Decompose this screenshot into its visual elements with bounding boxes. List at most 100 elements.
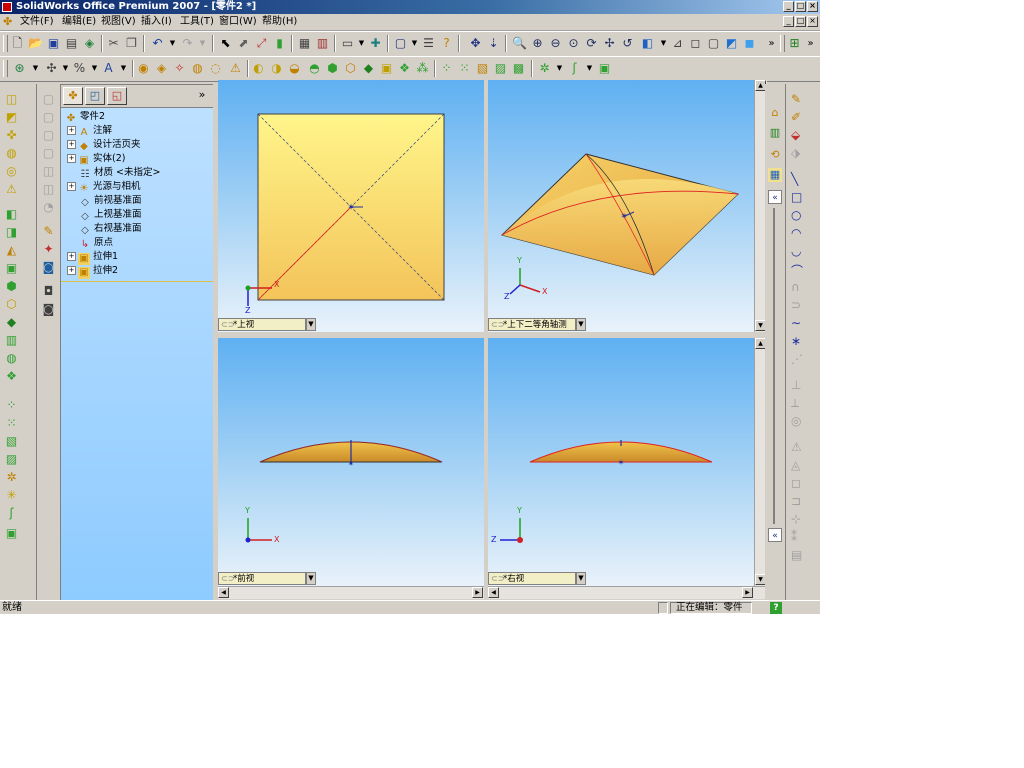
- smart-dim-tool-icon[interactable]: ✐: [791, 110, 801, 124]
- window-layout-dropdown-icon[interactable]: ▼: [407, 36, 422, 51]
- viewport-label-right[interactable]: ⊂⊃ *右视: [488, 572, 576, 585]
- feature-16-icon[interactable]: ⁂: [415, 61, 430, 76]
- mirror-tool-icon[interactable]: ⊥: [791, 378, 801, 392]
- command-6-icon[interactable]: ⚠: [4, 182, 19, 197]
- previous-view-icon[interactable]: ↺: [620, 36, 635, 51]
- eraser-tool-icon[interactable]: ⬙: [791, 128, 800, 142]
- rebuild-icon[interactable]: ▮: [272, 36, 287, 51]
- open-icon[interactable]: 📂: [28, 36, 43, 51]
- parabola-tool-icon[interactable]: ∩: [791, 280, 800, 294]
- secondary-5-icon[interactable]: ◫: [41, 164, 56, 179]
- move-entities-icon[interactable]: ▤: [791, 548, 802, 562]
- offset-tool-icon[interactable]: ⟂: [791, 396, 799, 411]
- command-24-icon[interactable]: ▣: [4, 526, 19, 541]
- feature-8-icon[interactable]: ◑: [269, 61, 284, 76]
- command-16-icon[interactable]: ❖: [4, 369, 19, 384]
- command-22-icon[interactable]: ✳: [4, 488, 19, 503]
- new-icon[interactable]: 🗋: [10, 36, 25, 51]
- tree-item-part[interactable]: ✤ 零件2: [65, 110, 105, 124]
- command-15-icon[interactable]: ◍: [4, 351, 19, 366]
- hidden-lines-icon[interactable]: ▢: [706, 36, 721, 51]
- zoom-area-icon[interactable]: ⊕: [530, 36, 545, 51]
- trim-tool-icon[interactable]: ◎: [791, 414, 801, 428]
- list-icon[interactable]: ☰: [421, 36, 436, 51]
- menu-insert[interactable]: 插入(I): [141, 15, 172, 29]
- command-20-icon[interactable]: ▨: [4, 452, 19, 467]
- relations-dropdown-icon[interactable]: ▼: [87, 61, 102, 76]
- section-view-icon[interactable]: ⊿: [670, 36, 685, 51]
- print-preview-icon[interactable]: ◈: [82, 36, 97, 51]
- expand-icon[interactable]: +: [67, 252, 76, 261]
- tree-item-right-plane[interactable]: ◇ 右视基准面: [79, 222, 141, 236]
- viewport-dropdown-isometric[interactable]: ▼: [576, 318, 586, 331]
- expand-icon[interactable]: +: [67, 140, 76, 149]
- pattern-1-icon[interactable]: ⁘: [439, 61, 454, 76]
- file-explorer-icon[interactable]: ⟲: [768, 148, 782, 162]
- pattern-2-icon[interactable]: ⁙: [457, 61, 472, 76]
- command-5-icon[interactable]: ◎: [4, 164, 19, 179]
- select-icon[interactable]: ⬉: [218, 36, 233, 51]
- sketch-chamfer-icon[interactable]: ◬: [791, 458, 800, 472]
- ellipse-tool-icon[interactable]: ⊃: [791, 298, 801, 312]
- arc-tool-icon[interactable]: ◠: [791, 226, 801, 240]
- tree-item-extrude-2[interactable]: + ▣ 拉伸2: [67, 264, 118, 279]
- command-14-icon[interactable]: ▥: [4, 333, 19, 348]
- curves-dropdown-icon[interactable]: ▼: [582, 61, 597, 76]
- viewport-isometric[interactable]: ✶ Y X Z ⊂⊃ *上下二等角轴测 ▼: [488, 80, 754, 332]
- menu-view[interactable]: 视图(V): [101, 15, 136, 29]
- command-1-icon[interactable]: ◫: [4, 92, 19, 107]
- help-icon[interactable]: ?: [439, 36, 454, 51]
- tree-item-design-binder[interactable]: + ◆ 设计活页夹: [67, 138, 141, 152]
- pattern-3-icon[interactable]: ▧: [475, 61, 490, 76]
- tree-item-solid-bodies[interactable]: + ▣ 实体(2): [67, 152, 125, 166]
- doc-close-button[interactable]: ×: [807, 16, 818, 27]
- viewport-right[interactable]: ✶ Y Z ⊂⊃ *右视 ▼: [488, 338, 754, 586]
- note-icon[interactable]: A: [101, 61, 116, 76]
- shaded-icon[interactable]: ◼: [742, 36, 757, 51]
- scroll-left-arrow-icon[interactable]: ◀: [218, 587, 229, 598]
- feature-6-icon[interactable]: ⚠: [228, 61, 243, 76]
- pattern-5-icon[interactable]: ▩: [511, 61, 526, 76]
- tree-item-extrude-1[interactable]: + ▣ 拉伸1: [67, 250, 118, 265]
- extend-tool-icon[interactable]: ⊐: [791, 494, 801, 508]
- command-18-icon[interactable]: ⁙: [4, 416, 19, 431]
- command-8-icon[interactable]: ◨: [4, 225, 19, 240]
- command-13-icon[interactable]: ◆: [4, 315, 19, 330]
- panel-collapse-button[interactable]: »: [193, 87, 211, 105]
- horizontal-scrollbar-left[interactable]: ◀ ▶: [218, 586, 484, 599]
- zoom-in-out-icon[interactable]: ⊖: [548, 36, 563, 51]
- viewport-front[interactable]: ✶ Y X ⊂⊃ *前视 ▼: [218, 338, 484, 586]
- save-icon[interactable]: ▣: [46, 36, 61, 51]
- zoom-fit-icon[interactable]: 🔍: [512, 36, 527, 51]
- sketch-fillet-icon[interactable]: ⚠: [791, 440, 802, 454]
- secondary-1-icon[interactable]: ▢: [41, 92, 56, 107]
- curves-icon[interactable]: ʃ: [567, 61, 582, 76]
- view-orient-icon[interactable]: ✥: [468, 36, 483, 51]
- menu-help[interactable]: 帮助(H): [262, 15, 297, 29]
- feature-11-icon[interactable]: ⬢: [325, 61, 340, 76]
- display-icon[interactable]: ▭: [340, 36, 355, 51]
- horizontal-scrollbar-right[interactable]: ◀ ▶: [488, 586, 766, 599]
- feature-13-icon[interactable]: ◆: [361, 61, 376, 76]
- sketch-icon[interactable]: ⊛: [12, 61, 27, 76]
- toolbar-more-icon-2[interactable]: »: [803, 36, 818, 51]
- display-dropdown-icon[interactable]: ▼: [354, 36, 369, 51]
- linear-pattern-icon[interactable]: ⁑: [791, 530, 797, 544]
- feature-10-icon[interactable]: ◓: [307, 61, 322, 76]
- feature-1-icon[interactable]: ◉: [136, 61, 151, 76]
- viewport-label-top[interactable]: ⊂⊃ *上视: [218, 318, 306, 331]
- addin-icon[interactable]: ⊞: [787, 36, 802, 51]
- convert-entities-icon[interactable]: ◻: [791, 476, 801, 490]
- task-pane-collapse-icon[interactable]: «: [768, 190, 782, 204]
- menu-tools[interactable]: 工具(T): [180, 15, 214, 29]
- feature-2-icon[interactable]: ◈: [154, 61, 169, 76]
- doc-minimize-button[interactable]: _: [783, 16, 794, 27]
- redo-dropdown-icon[interactable]: ▼: [195, 36, 210, 51]
- feature-7-icon[interactable]: ◐: [251, 61, 266, 76]
- viewport-label-front[interactable]: ⊂⊃ *前视: [218, 572, 306, 585]
- relations-icon[interactable]: %: [72, 61, 87, 76]
- resources-icon[interactable]: ⌂: [768, 106, 782, 120]
- minimize-button[interactable]: _: [783, 1, 794, 12]
- reference-geometry-icon[interactable]: ✲: [537, 61, 552, 76]
- view-palette-icon[interactable]: ▦: [768, 168, 782, 182]
